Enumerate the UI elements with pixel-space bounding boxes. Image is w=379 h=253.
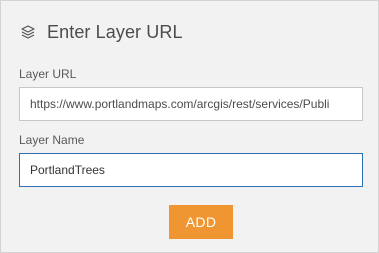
layers-icon — [19, 23, 37, 41]
layer-url-input[interactable] — [19, 87, 363, 121]
enter-layer-url-panel: Enter Layer URL Layer URL Layer Name ADD — [0, 0, 379, 253]
add-button[interactable]: ADD — [169, 205, 233, 239]
layer-name-input[interactable] — [19, 153, 363, 187]
panel-header: Enter Layer URL — [19, 19, 183, 45]
layer-name-label: Layer Name — [19, 133, 85, 147]
layer-url-label: Layer URL — [19, 67, 77, 81]
panel-title: Enter Layer URL — [47, 21, 183, 42]
